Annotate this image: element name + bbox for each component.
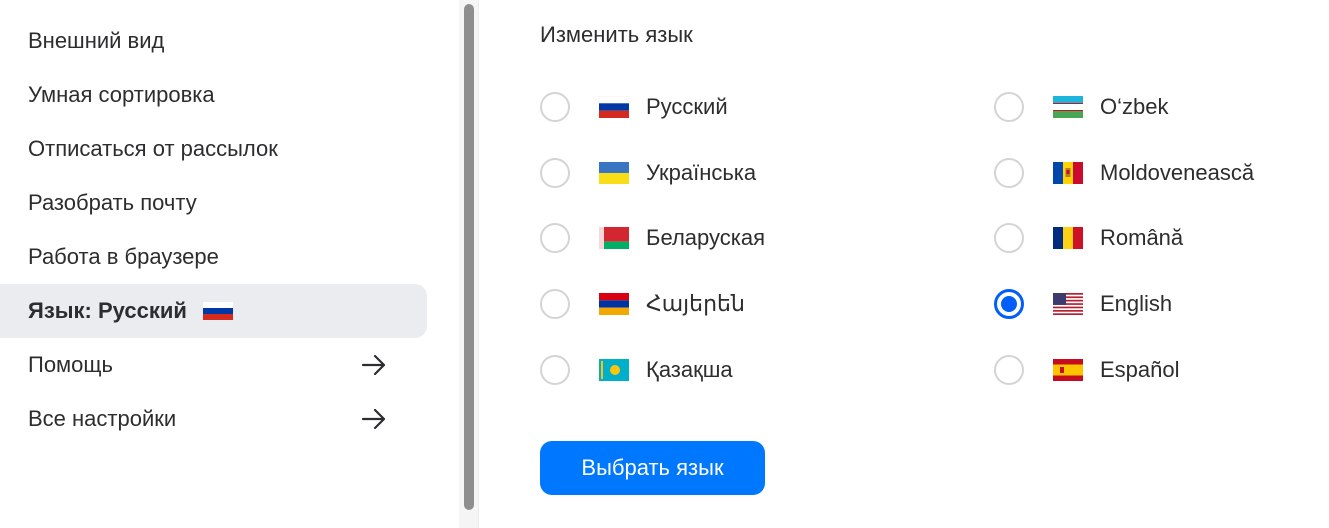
flag-am-icon [599,293,629,315]
language-radio[interactable] [540,92,570,122]
language-option-ru[interactable]: Русский [540,82,728,132]
select-language-button[interactable]: Выбрать язык [540,441,765,495]
language-option-es[interactable]: Español [994,345,1180,395]
language-radio[interactable] [540,223,570,253]
sidebar-item-label: Помощь [28,352,113,377]
language-label: Español [1100,357,1180,382]
arrow-right-icon [361,354,386,376]
sidebar-item-label: Разобрать почту [28,190,197,215]
language-radio[interactable] [994,223,1024,253]
language-option-uz[interactable]: O‘zbek [994,82,1168,132]
sidebar-item-label: Язык: Русский [28,298,187,323]
flag-ua-icon [599,162,629,184]
language-label: Беларуская [646,225,766,250]
settings-sidebar: Внешний вид Умная сортировка Отписаться … [0,0,459,528]
flag-kz-icon [599,359,629,381]
language-label: Русский [646,94,728,119]
panel-divider [478,0,479,528]
sidebar-item-language[interactable]: Язык: Русский [0,284,427,338]
language-option-md[interactable]: Moldovenească [994,148,1254,198]
language-radio[interactable] [994,92,1024,122]
flag-ru-icon [202,302,233,320]
page-title: Изменить язык [540,22,693,47]
flag-es-icon [1053,359,1083,381]
language-label: Română [1100,225,1184,250]
language-radio[interactable] [540,158,570,188]
sidebar-item-appearance[interactable]: Внешний вид [0,14,427,68]
sidebar-item-label: Все настройки [28,406,177,431]
sidebar-item-unsubscribe[interactable]: Отписаться от рассылок [0,122,427,176]
language-radio[interactable] [540,355,570,385]
sidebar-item-label: Отписаться от рассылок [28,136,278,161]
sidebar-item-browser[interactable]: Работа в браузере [0,230,427,284]
sidebar-scrollbar-thumb[interactable] [464,4,474,510]
sidebar-item-help[interactable]: Помощь [0,338,427,392]
language-radio-checked[interactable] [994,289,1024,319]
language-radio[interactable] [994,158,1024,188]
flag-md-icon [1053,162,1083,184]
flag-ru-icon [599,96,629,118]
language-option-kz[interactable]: Қазақша [540,345,733,395]
language-option-am[interactable]: Հայերեն [540,279,745,329]
language-label: English [1100,291,1173,316]
language-option-ua[interactable]: Українська [540,148,756,198]
language-label: O‘zbek [1100,94,1169,119]
language-label: Հայերեն [646,291,745,316]
language-label: Moldovenească [1100,160,1255,185]
flag-uz-icon [1053,96,1083,118]
flag-us-icon [1053,293,1083,315]
sidebar-item-smart-sorting[interactable]: Умная сортировка [0,68,427,122]
arrow-right-icon [361,408,386,430]
sidebar-item-sort-mail[interactable]: Разобрать почту [0,176,427,230]
language-option-by[interactable]: Беларуская [540,213,765,263]
language-label: Українська [646,160,757,185]
flag-by-icon [599,227,629,249]
sidebar-item-label: Умная сортировка [28,82,215,107]
language-option-ro[interactable]: Română [994,213,1183,263]
settings-page: Внешний вид Умная сортировка Отписаться … [0,0,1329,528]
language-radio[interactable] [540,289,570,319]
language-radio[interactable] [994,355,1024,385]
flag-ro-icon [1053,227,1083,249]
sidebar-item-all-settings[interactable]: Все настройки [0,392,427,446]
language-option-en[interactable]: English [994,279,1172,329]
sidebar-item-label: Внешний вид [28,28,165,53]
sidebar-item-label: Работа в браузере [28,244,219,269]
language-label: Қазақша [646,357,733,382]
